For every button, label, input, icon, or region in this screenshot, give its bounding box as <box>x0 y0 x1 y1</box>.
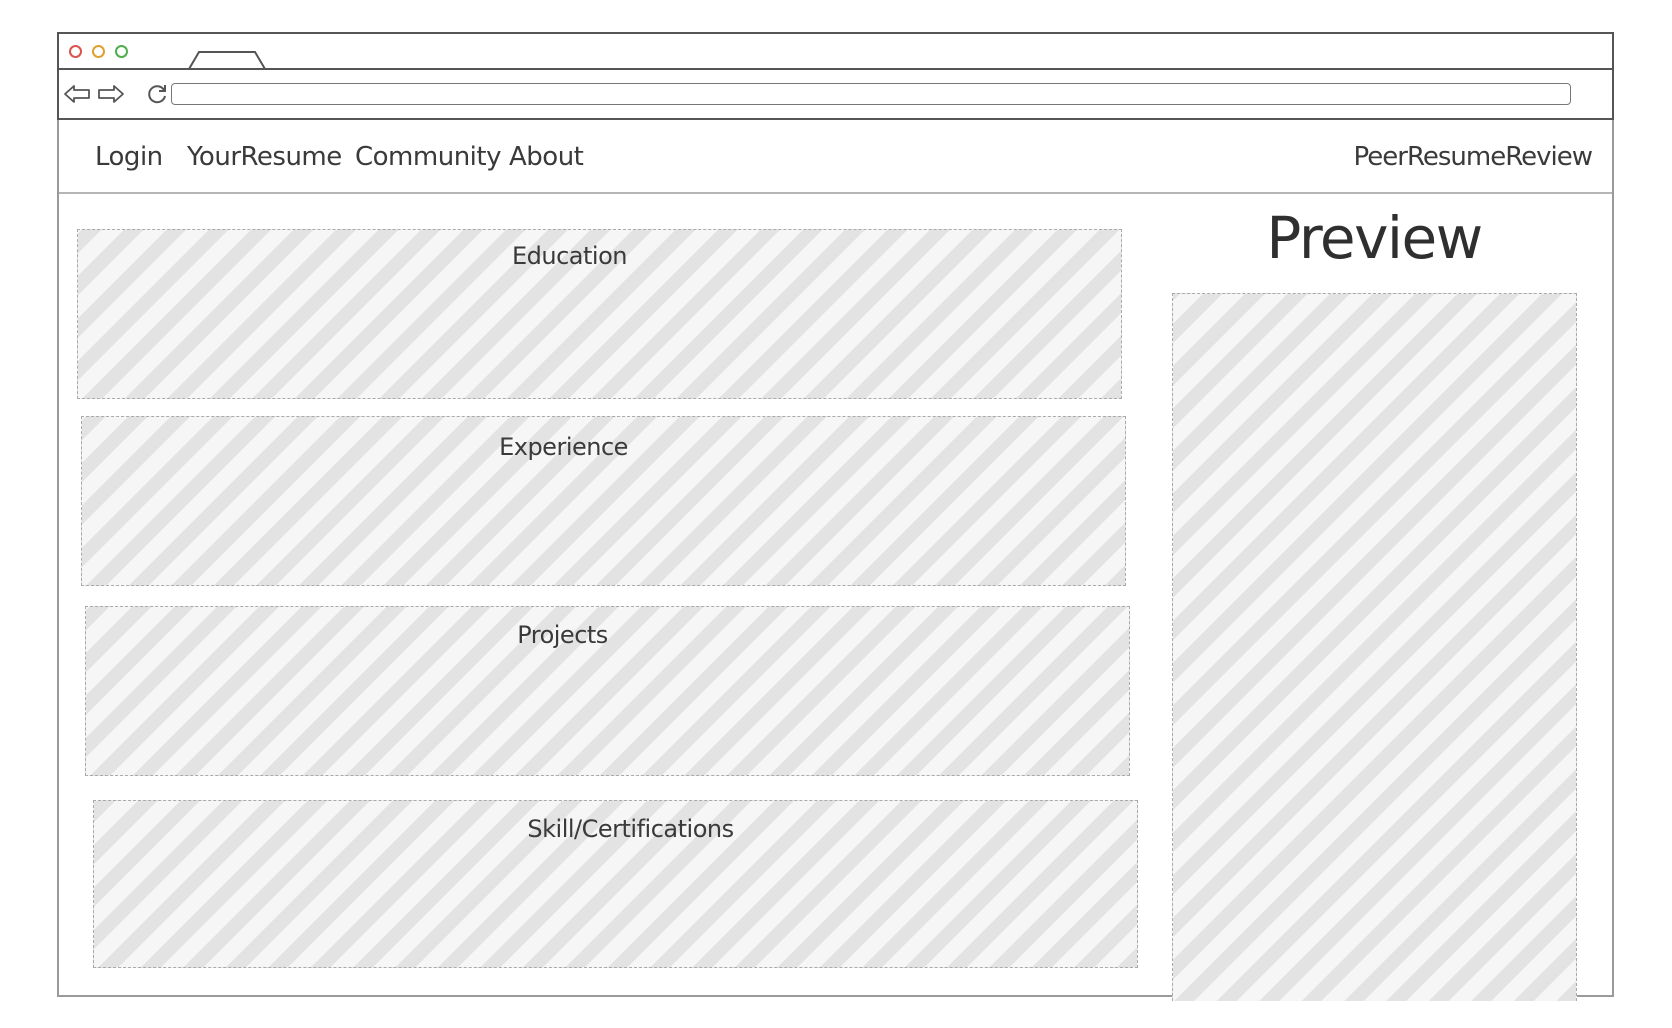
skills-certifications-section[interactable]: Skill/Certifications <box>93 800 1138 968</box>
address-bar <box>57 68 1614 120</box>
url-input[interactable] <box>171 83 1571 105</box>
preview-pane <box>1172 293 1577 1001</box>
nav-about-link[interactable]: About <box>509 142 584 172</box>
nav-your-resume-link[interactable]: YourResume <box>187 142 342 172</box>
minimize-window-icon[interactable] <box>92 45 105 58</box>
education-title: Education <box>512 242 627 270</box>
experience-title: Experience <box>499 433 628 461</box>
nav-login-link[interactable]: Login <box>95 142 163 172</box>
title-bar <box>57 32 1614 70</box>
close-window-icon[interactable] <box>69 45 82 58</box>
preview-title: Preview <box>1266 204 1483 272</box>
brand-name: PeerResumeReview <box>1353 142 1593 172</box>
forward-arrow-icon[interactable] <box>97 83 125 105</box>
projects-section[interactable]: Projects <box>85 606 1130 776</box>
skills-certifications-title: Skill/Certifications <box>527 815 734 843</box>
nav-community-link[interactable]: Community <box>355 142 501 172</box>
browser-tab[interactable] <box>187 50 267 70</box>
browser-window: Login YourResume Community About PeerRes… <box>57 32 1614 1001</box>
projects-title: Projects <box>517 621 608 649</box>
back-arrow-icon[interactable] <box>63 83 91 105</box>
app-navbar: Login YourResume Community About PeerRes… <box>59 124 1612 194</box>
education-section[interactable]: Education <box>77 229 1122 399</box>
experience-section[interactable]: Experience <box>81 416 1126 586</box>
reload-icon[interactable] <box>145 82 169 106</box>
maximize-window-icon[interactable] <box>115 45 128 58</box>
